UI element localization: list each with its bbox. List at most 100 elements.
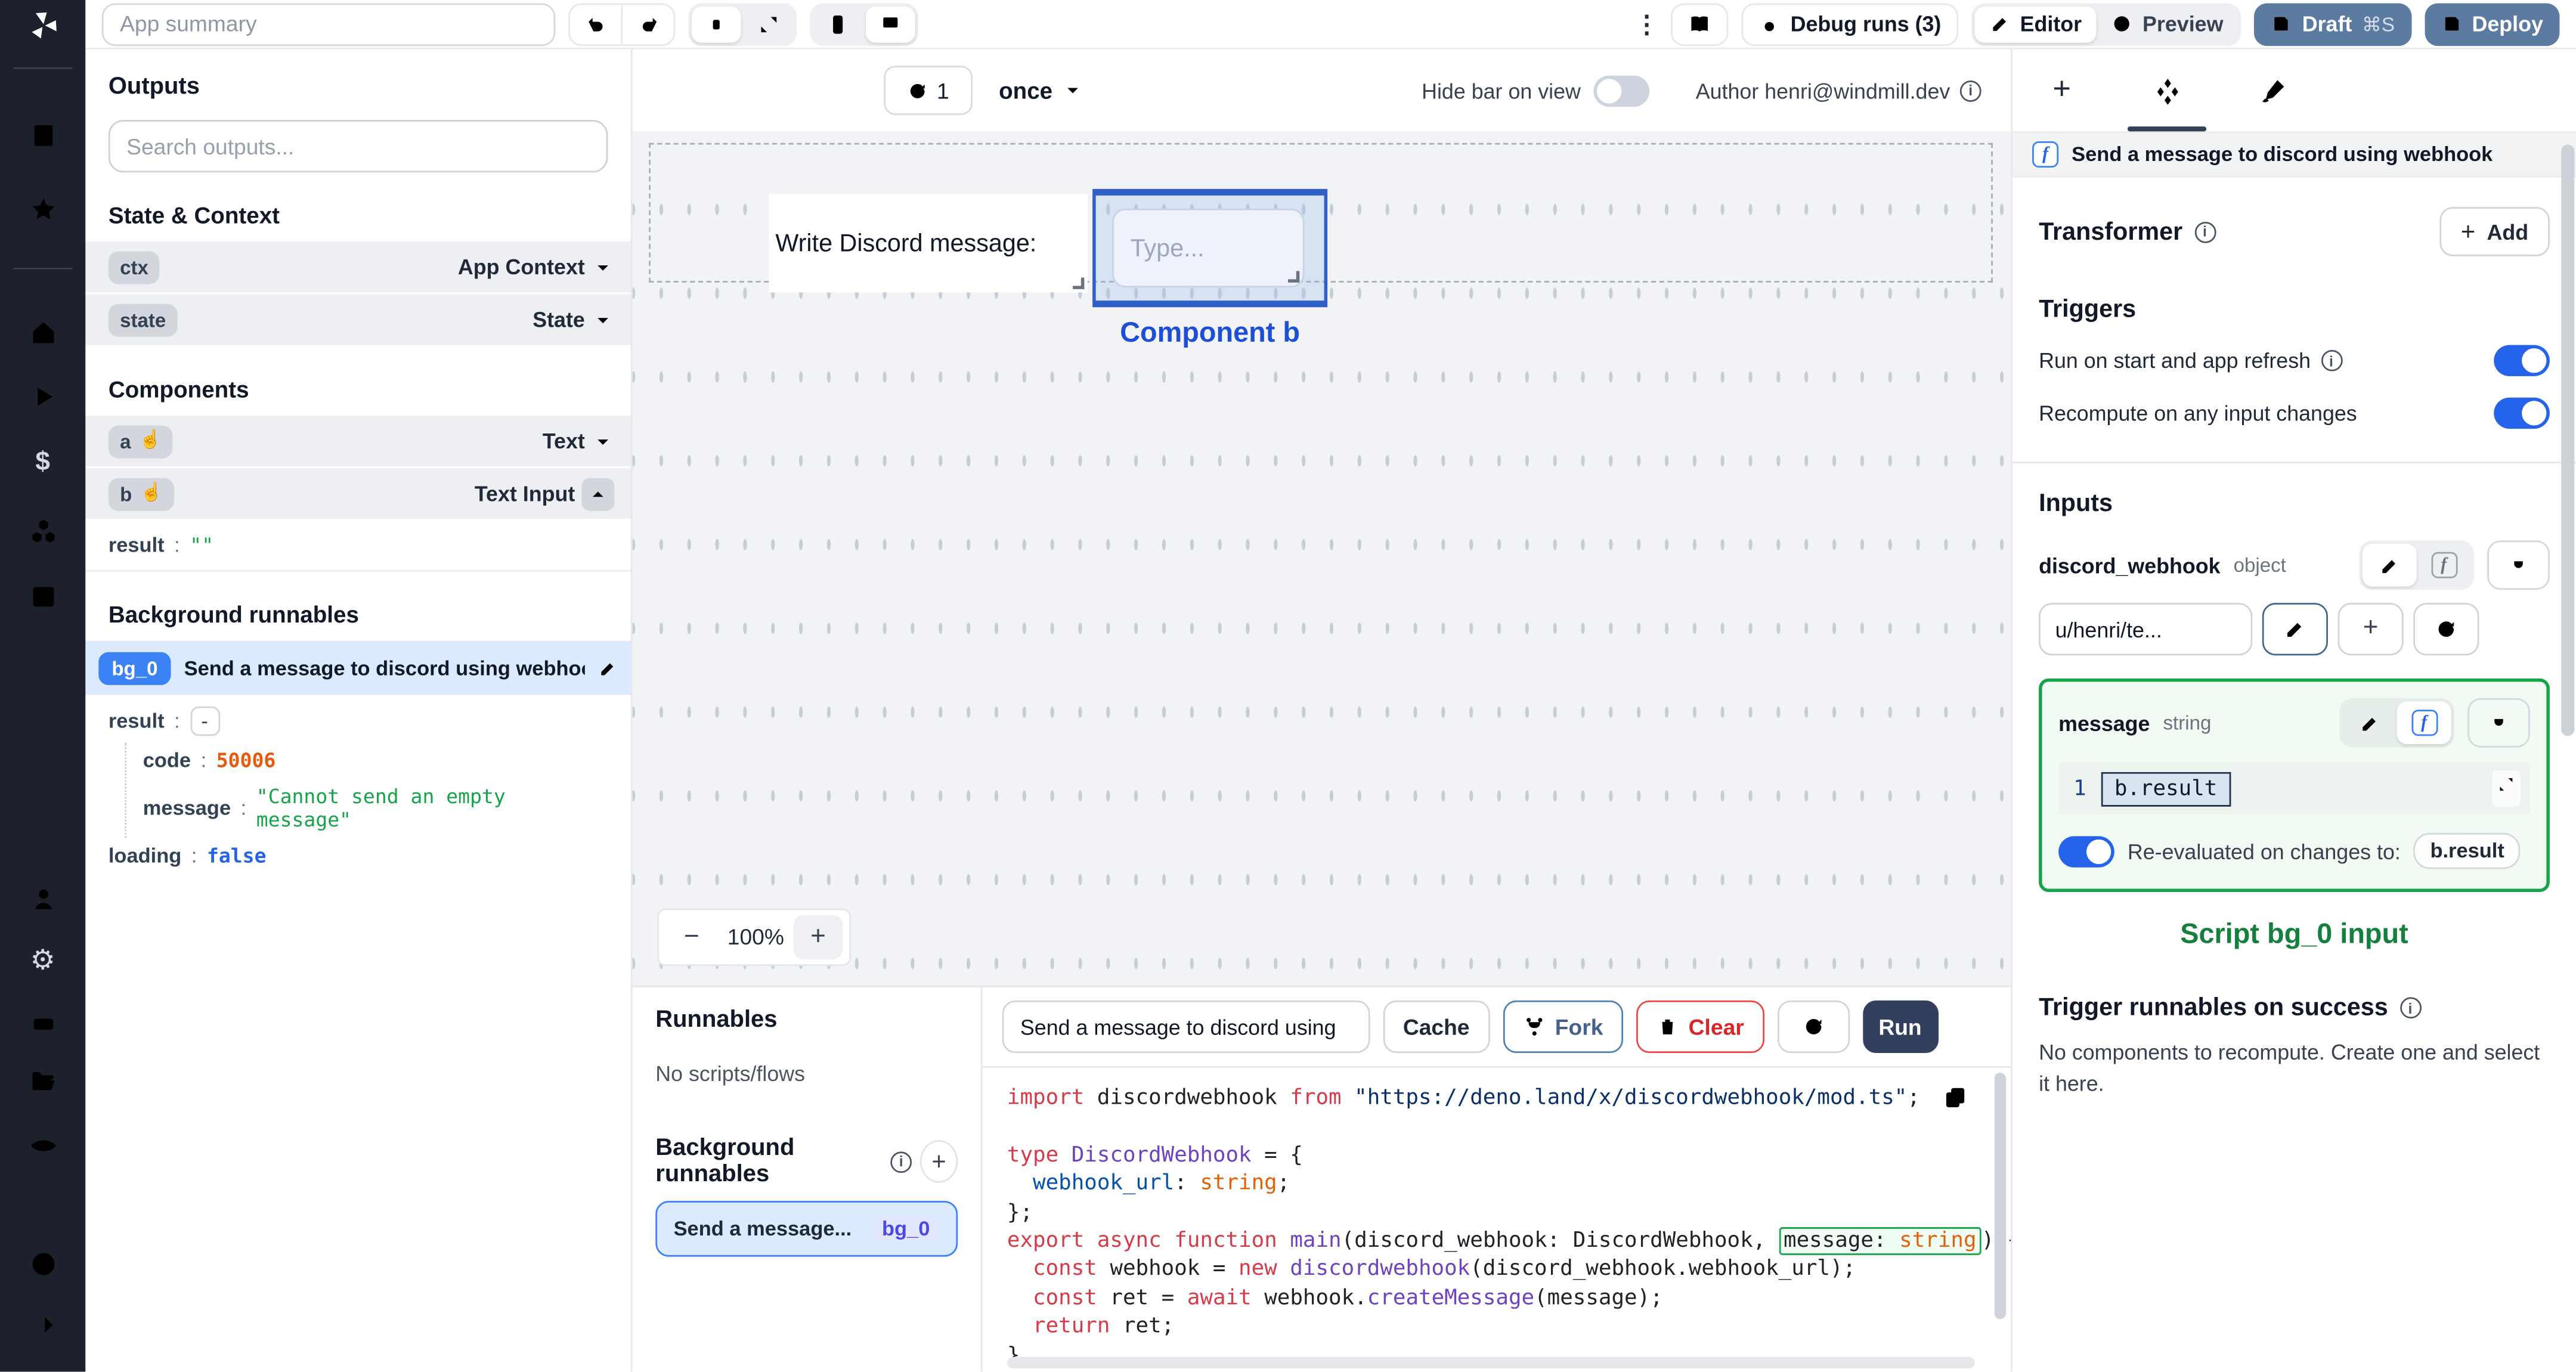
- tab-preview[interactable]: Preview: [2097, 6, 2238, 42]
- connect-plug-button[interactable]: [2467, 698, 2530, 748]
- docs-book-button[interactable]: [1670, 2, 1728, 45]
- draft-button[interactable]: Draft ⌘S: [2254, 2, 2411, 45]
- static-mode-button[interactable]: [2362, 543, 2417, 587]
- eval-mode-button[interactable]: f: [2417, 544, 2471, 587]
- edit-pencil-icon[interactable]: [598, 658, 618, 677]
- frequency-dropdown[interactable]: once: [999, 77, 1083, 104]
- zoom-in-button[interactable]: +: [793, 915, 843, 959]
- mobile-view-button[interactable]: [813, 6, 863, 42]
- reload-resource-button[interactable]: [2413, 603, 2479, 656]
- hide-bar-toggle[interactable]: [1593, 75, 1650, 106]
- output-row-ctx[interactable]: ctx App Context: [85, 241, 631, 295]
- output-row-component-b[interactable]: b ☝ Text Input: [85, 468, 631, 521]
- info-icon[interactable]: i: [1959, 79, 1981, 101]
- refresh-count-button[interactable]: 1: [884, 66, 973, 115]
- text-input-component[interactable]: Type...: [1112, 208, 1305, 288]
- expand-editor-icon[interactable]: [2492, 770, 2521, 807]
- inspector-scrollbar[interactable]: [2561, 144, 2575, 736]
- chevron-down-icon[interactable]: [592, 429, 615, 453]
- clear-button[interactable]: Clear: [1636, 1000, 1764, 1054]
- code-editor[interactable]: import discordwebhook from "https://deno…: [982, 1066, 2011, 1372]
- resize-handle[interactable]: [1073, 277, 1085, 289]
- resize-handle[interactable]: [1288, 271, 1300, 283]
- script-name-input[interactable]: Send a message to discord using: [1002, 1000, 1370, 1054]
- app-canvas[interactable]: Write Discord message: Type... Component…: [632, 131, 2011, 986]
- desktop-view-button[interactable]: [865, 5, 915, 42]
- runs-icon[interactable]: [23, 376, 63, 416]
- tab-editor[interactable]: Editor: [1974, 5, 2097, 42]
- overflow-menu-icon[interactable]: ⋮: [1634, 9, 1659, 39]
- recompute-toggle[interactable]: [2494, 397, 2550, 429]
- cache-button[interactable]: Cache: [1383, 1000, 1490, 1054]
- chevron-up-icon[interactable]: [581, 477, 615, 510]
- info-icon[interactable]: i: [890, 1150, 912, 1172]
- folders-icon[interactable]: [23, 1061, 63, 1101]
- app-summary-input[interactable]: [101, 2, 556, 45]
- variables-icon[interactable]: $: [23, 444, 63, 483]
- static-mode-button[interactable]: [2343, 701, 2397, 744]
- info-icon[interactable]: i: [2320, 349, 2342, 371]
- home-icon[interactable]: [23, 312, 63, 351]
- connect-plug-button[interactable]: [2487, 540, 2550, 590]
- reeval-row: Re-evaluated on changes to: b.result: [2058, 832, 2530, 869]
- copy-code-icon[interactable]: [1942, 1084, 1968, 1119]
- settings-gear-icon[interactable]: ⚙: [23, 940, 63, 979]
- add-background-runnable-button[interactable]: +: [919, 1140, 958, 1183]
- reeval-toggle[interactable]: [2058, 835, 2114, 867]
- collapse-sidebar-arrow-icon[interactable]: [23, 1305, 63, 1344]
- runnable-item-bg0[interactable]: Send a message... bg_0: [655, 1200, 958, 1257]
- tab-component-settings[interactable]: [2147, 70, 2187, 110]
- info-icon[interactable]: i: [2194, 221, 2216, 243]
- zoom-out-button[interactable]: −: [665, 915, 718, 959]
- run-button[interactable]: Run: [1862, 1000, 1938, 1054]
- text-component-a[interactable]: Write Discord message:: [769, 194, 1088, 293]
- tab-styling[interactable]: [2252, 70, 2292, 110]
- windmill-app-editor: $ ⚙ ⋮ Debug runs (3): [0, 0, 2576, 1372]
- schedules-icon[interactable]: [23, 575, 63, 614]
- deploy-button[interactable]: Deploy: [2424, 2, 2560, 45]
- clear-x-icon[interactable]: [2216, 620, 2236, 639]
- refresh-count: 1: [937, 78, 949, 103]
- code-horizontal-scrollbar[interactable]: [1007, 1356, 1975, 1368]
- selected-component-b[interactable]: Type...: [1092, 188, 1328, 308]
- refresh-code-button[interactable]: [1776, 1000, 1850, 1054]
- tab-insert-component[interactable]: +: [2042, 70, 2082, 110]
- audit-eye-icon[interactable]: [23, 1125, 63, 1165]
- bg0-result-key: result: [108, 710, 165, 733]
- add-transformer-button[interactable]: + Add: [2439, 207, 2550, 256]
- outputs-title: Outputs: [108, 73, 200, 101]
- info-icon[interactable]: i: [2399, 997, 2421, 1019]
- redo-button[interactable]: [623, 4, 673, 44]
- bg0-row[interactable]: bg_0 Send a message to discord using web…: [85, 640, 631, 695]
- users-icon[interactable]: [23, 879, 63, 918]
- run-on-start-toggle[interactable]: [2494, 345, 2550, 376]
- workers-bot-icon[interactable]: [23, 1002, 63, 1042]
- edit-resource-button[interactable]: [2262, 603, 2328, 656]
- resource-picker[interactable]: u/henri/te...: [2039, 603, 2253, 656]
- windmill-logo[interactable]: [23, 5, 63, 44]
- code-vertical-scrollbar[interactable]: [1994, 1073, 2006, 1320]
- center-layout-button[interactable]: [691, 5, 741, 42]
- workspace-icon[interactable]: [23, 115, 63, 154]
- output-row-component-a[interactable]: a ☝ Text: [85, 416, 631, 469]
- chevron-down-icon[interactable]: [592, 308, 615, 332]
- reeval-target-badge[interactable]: b.result: [2413, 832, 2521, 869]
- expression-editor[interactable]: 1 b.result: [2058, 762, 2530, 815]
- eval-mode-button[interactable]: f: [2397, 701, 2451, 745]
- bg0-code-value: 50006: [216, 749, 276, 772]
- bg0-result-collapse[interactable]: -: [190, 706, 219, 736]
- favorites-star-icon[interactable]: [23, 189, 63, 228]
- canvas-toolbar: 1 once Hide bar on view Author henri@win…: [632, 49, 2011, 132]
- function-icon: f: [2032, 141, 2059, 168]
- create-resource-button[interactable]: +: [2337, 603, 2404, 656]
- search-outputs-input[interactable]: [108, 120, 608, 173]
- help-icon[interactable]: [23, 1244, 63, 1283]
- debug-runs-button[interactable]: Debug runs (3): [1741, 2, 1958, 45]
- resources-icon[interactable]: [23, 511, 63, 550]
- undo-button[interactable]: [570, 4, 621, 44]
- fork-button[interactable]: Fork: [1502, 1000, 1623, 1054]
- fullscreen-layout-button[interactable]: [744, 6, 794, 42]
- output-row-state[interactable]: state State: [85, 294, 631, 347]
- expression-value[interactable]: b.result: [2101, 771, 2231, 806]
- chevron-down-icon[interactable]: [592, 255, 615, 278]
